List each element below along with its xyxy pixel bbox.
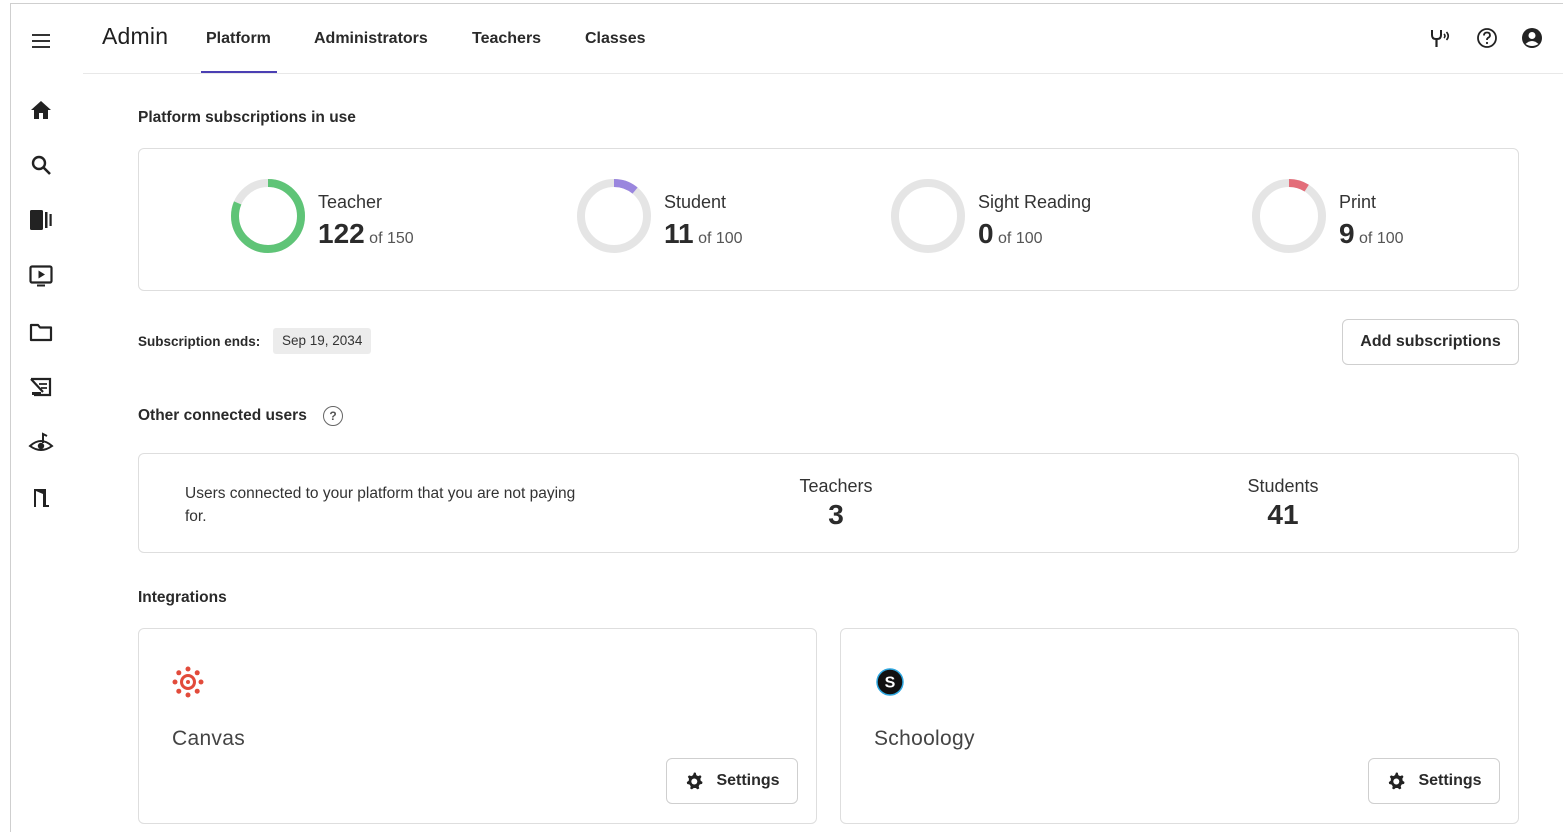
svg-text:S: S: [885, 675, 896, 692]
menu-icon[interactable]: [26, 26, 56, 56]
subscription-ends-date: Sep 19, 2034: [273, 328, 372, 354]
connected-users-card: Users connected to your platform that yo…: [138, 453, 1519, 553]
listen-icon[interactable]: [26, 428, 56, 458]
connected-students-count: 41: [1267, 499, 1299, 530]
stat-used: 0: [978, 218, 994, 249]
student-usage-ring: [577, 179, 651, 253]
sight-reading-icon[interactable]: [26, 372, 56, 402]
help-icon[interactable]: ?: [323, 406, 343, 426]
antenna-icon[interactable]: [1427, 25, 1453, 51]
connected-users-title: Other connected users: [138, 407, 307, 424]
print-usage-ring: [1252, 179, 1326, 253]
stat-used: 122: [318, 218, 365, 249]
schoology-settings-button[interactable]: Settings: [1368, 758, 1500, 804]
tab-classes[interactable]: Classes: [585, 30, 646, 48]
help-icon[interactable]: [1474, 25, 1500, 51]
connected-users-description: Users connected to your platform that yo…: [185, 485, 576, 525]
stat-total: of 100: [998, 230, 1043, 247]
stat-label: Student: [664, 192, 727, 212]
connected-teachers: Teachers 3: [786, 476, 886, 531]
integration-card-schoology: S Schoology Settings: [840, 628, 1519, 824]
integration-name: Schoology: [874, 727, 975, 750]
tab-administrators[interactable]: Administrators: [314, 30, 428, 48]
stat-total: of 150: [369, 230, 414, 247]
gear-icon: [687, 772, 703, 790]
connected-teachers-count: 3: [828, 499, 844, 530]
account-icon[interactable]: [1519, 25, 1545, 51]
stat-total: of 100: [1359, 230, 1404, 247]
integrations-title: Integrations: [138, 589, 227, 606]
canvas-settings-button[interactable]: Settings: [666, 758, 798, 804]
canvas-logo-icon: [172, 666, 204, 698]
video-icon[interactable]: [26, 261, 56, 291]
stat-label: Print: [1339, 192, 1377, 212]
top-header: Admin Platform Administrators Teachers C…: [83, 4, 1563, 74]
exit-icon[interactable]: [26, 483, 56, 513]
left-rail: [11, 4, 73, 832]
integration-name: Canvas: [172, 727, 246, 750]
subscription-ends-label: Subscription ends:: [138, 334, 261, 349]
stat-used: 11: [664, 218, 694, 249]
settings-label: Settings: [1418, 772, 1482, 789]
gear-icon: [1389, 772, 1405, 790]
subscriptions-card: Teacher 122 of 150 Student 11 of 100 Sig…: [138, 148, 1519, 291]
connected-teachers-label: Teachers: [799, 476, 873, 496]
teacher-usage-ring: [231, 179, 305, 253]
tab-platform[interactable]: Platform: [206, 30, 271, 48]
stat-label: Sight Reading: [978, 192, 1092, 212]
connected-students-label: Students: [1247, 476, 1319, 496]
integration-card-canvas: Canvas Settings: [138, 628, 817, 824]
subscriptions-title: Platform subscriptions in use: [138, 109, 356, 126]
folder-icon[interactable]: [26, 317, 56, 347]
app-window: Admin Platform Administrators Teachers C…: [10, 3, 1563, 832]
settings-label: Settings: [716, 772, 780, 789]
stat-used: 9: [1339, 218, 1355, 249]
stat-total: of 100: [698, 230, 743, 247]
stat-label: Teacher: [318, 192, 383, 212]
add-subscriptions-button[interactable]: Add subscriptions: [1342, 319, 1519, 365]
home-icon[interactable]: [26, 95, 56, 125]
schoology-logo-icon: S: [876, 668, 904, 696]
connected-students: Students 41: [1233, 476, 1333, 531]
active-tab-indicator: [201, 71, 277, 73]
page-title: Admin: [102, 23, 169, 49]
sight-reading-usage-ring: [891, 179, 965, 253]
tab-teachers[interactable]: Teachers: [472, 30, 541, 48]
library-icon[interactable]: [26, 205, 56, 235]
search-icon[interactable]: [26, 150, 56, 180]
